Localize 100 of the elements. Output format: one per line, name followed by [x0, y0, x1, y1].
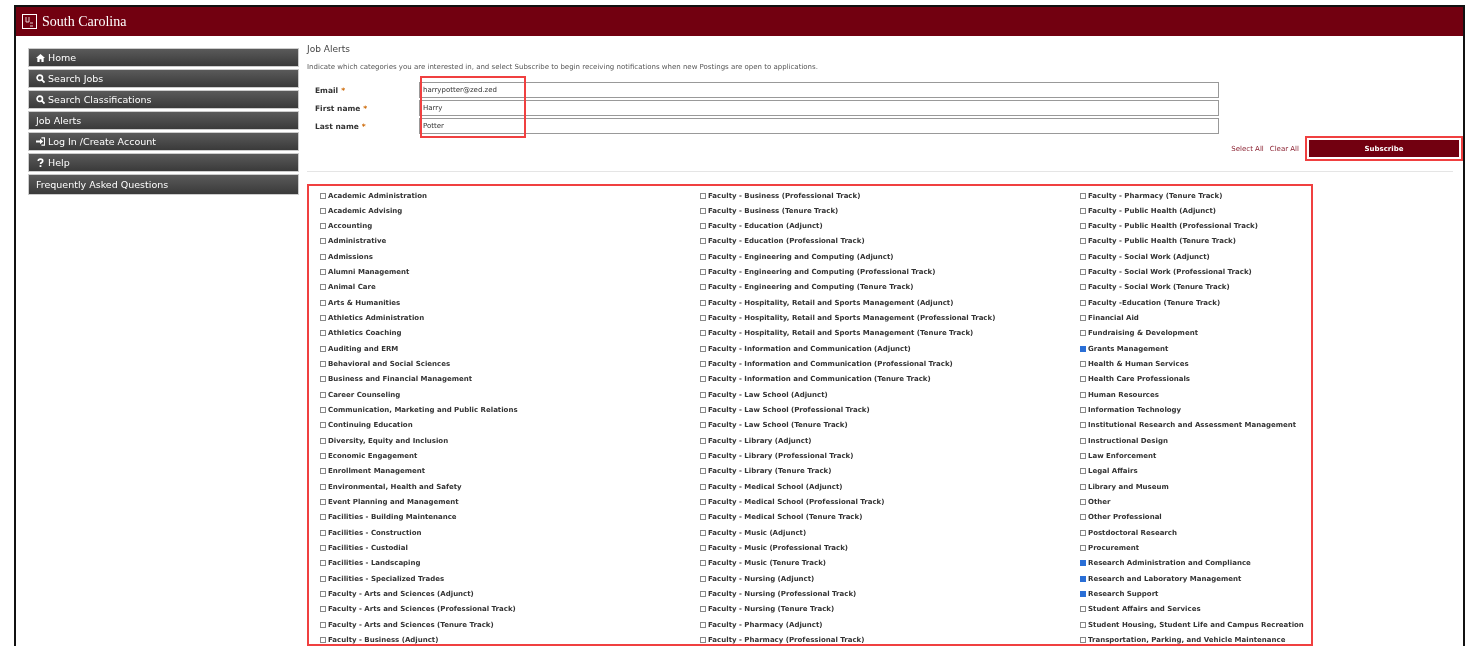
checkbox[interactable] — [700, 330, 706, 337]
checkbox[interactable] — [320, 468, 326, 475]
checkbox[interactable] — [1080, 391, 1086, 398]
checkbox[interactable] — [1080, 575, 1086, 582]
checkbox[interactable] — [320, 391, 326, 398]
checkbox[interactable] — [320, 591, 326, 598]
checkbox[interactable] — [1080, 361, 1086, 368]
checkbox[interactable] — [1080, 514, 1086, 521]
checkbox[interactable] — [1080, 192, 1086, 199]
checkbox[interactable] — [1080, 207, 1086, 214]
checkbox[interactable] — [320, 207, 326, 214]
checkbox[interactable] — [320, 238, 326, 245]
checkbox[interactable] — [1080, 637, 1086, 643]
checkbox[interactable] — [700, 621, 706, 628]
checkbox[interactable] — [320, 330, 326, 337]
checkbox[interactable] — [1080, 407, 1086, 414]
checkbox[interactable] — [320, 514, 326, 521]
checkbox[interactable] — [700, 223, 706, 230]
checkbox[interactable] — [700, 253, 706, 260]
checkbox[interactable] — [700, 407, 706, 414]
checkbox[interactable] — [1080, 453, 1086, 460]
checkbox[interactable] — [320, 483, 326, 490]
checkbox[interactable] — [320, 192, 326, 199]
checkbox[interactable] — [700, 207, 706, 214]
checkbox[interactable] — [700, 269, 706, 276]
checkbox[interactable] — [320, 345, 326, 352]
checkbox[interactable] — [700, 499, 706, 506]
checkbox[interactable] — [320, 529, 326, 536]
checkbox[interactable] — [320, 499, 326, 506]
checkbox[interactable] — [700, 575, 706, 582]
checkbox[interactable] — [700, 591, 706, 598]
checkbox[interactable] — [320, 545, 326, 552]
sidebar-item[interactable]: Job Alerts — [28, 111, 299, 130]
checkbox[interactable] — [1080, 299, 1086, 306]
checkbox[interactable] — [700, 529, 706, 536]
checkbox[interactable] — [320, 560, 326, 567]
checkbox[interactable] — [320, 253, 326, 260]
checkbox[interactable] — [700, 606, 706, 613]
checkbox[interactable] — [700, 391, 706, 398]
site-title[interactable]: South Carolina — [42, 13, 127, 30]
sidebar-item[interactable]: Frequently Asked Questions — [28, 174, 299, 195]
checkbox[interactable] — [700, 637, 706, 643]
checkbox[interactable] — [1080, 422, 1086, 429]
checkbox[interactable] — [700, 422, 706, 429]
checkbox[interactable] — [700, 560, 706, 567]
checkbox[interactable] — [320, 437, 326, 444]
question-icon — [36, 158, 45, 167]
checkbox[interactable] — [320, 422, 326, 429]
search-icon — [36, 74, 45, 83]
checkbox[interactable] — [700, 315, 706, 322]
checkbox[interactable] — [320, 453, 326, 460]
checkbox[interactable] — [320, 315, 326, 322]
checkbox[interactable] — [700, 299, 706, 306]
checkbox[interactable] — [1080, 468, 1086, 475]
checkbox[interactable] — [1080, 591, 1086, 598]
checkbox[interactable] — [700, 437, 706, 444]
checkbox[interactable] — [1080, 223, 1086, 230]
checkbox[interactable] — [320, 606, 326, 613]
sidebar-item[interactable]: Search Jobs — [28, 69, 299, 88]
checkbox[interactable] — [1080, 345, 1086, 352]
checkbox[interactable] — [1080, 560, 1086, 567]
checkbox[interactable] — [1080, 483, 1086, 490]
checkbox[interactable] — [700, 545, 706, 552]
checkbox[interactable] — [700, 376, 706, 383]
checkbox[interactable] — [1080, 269, 1086, 276]
checkbox[interactable] — [1080, 253, 1086, 260]
sidebar-item[interactable]: Home — [28, 48, 299, 67]
checkbox[interactable] — [320, 299, 326, 306]
sidebar-item[interactable]: Search Classifications — [28, 90, 299, 109]
sidebar-item[interactable]: Help — [28, 153, 299, 172]
sidebar-item[interactable]: Log In /Create Account — [28, 132, 299, 151]
checkbox[interactable] — [700, 345, 706, 352]
checkbox[interactable] — [1080, 437, 1086, 444]
checkbox[interactable] — [700, 514, 706, 521]
checkbox[interactable] — [1080, 284, 1086, 291]
checkbox[interactable] — [700, 361, 706, 368]
checkbox[interactable] — [320, 223, 326, 230]
checkbox[interactable] — [1080, 606, 1086, 613]
checkbox[interactable] — [700, 238, 706, 245]
checkbox[interactable] — [700, 453, 706, 460]
checkbox[interactable] — [1080, 330, 1086, 337]
checkbox[interactable] — [700, 284, 706, 291]
checkbox[interactable] — [320, 284, 326, 291]
checkbox[interactable] — [320, 637, 326, 643]
checkbox[interactable] — [320, 407, 326, 414]
checkbox[interactable] — [1080, 545, 1086, 552]
checkbox[interactable] — [1080, 499, 1086, 506]
checkbox[interactable] — [320, 575, 326, 582]
checkbox[interactable] — [320, 621, 326, 628]
checkbox[interactable] — [700, 483, 706, 490]
checkbox[interactable] — [700, 468, 706, 475]
checkbox[interactable] — [700, 192, 706, 199]
checkbox[interactable] — [320, 376, 326, 383]
checkbox[interactable] — [1080, 376, 1086, 383]
checkbox[interactable] — [320, 269, 326, 276]
checkbox[interactable] — [1080, 238, 1086, 245]
checkbox[interactable] — [1080, 621, 1086, 628]
checkbox[interactable] — [320, 361, 326, 368]
checkbox[interactable] — [1080, 315, 1086, 322]
checkbox[interactable] — [1080, 529, 1086, 536]
